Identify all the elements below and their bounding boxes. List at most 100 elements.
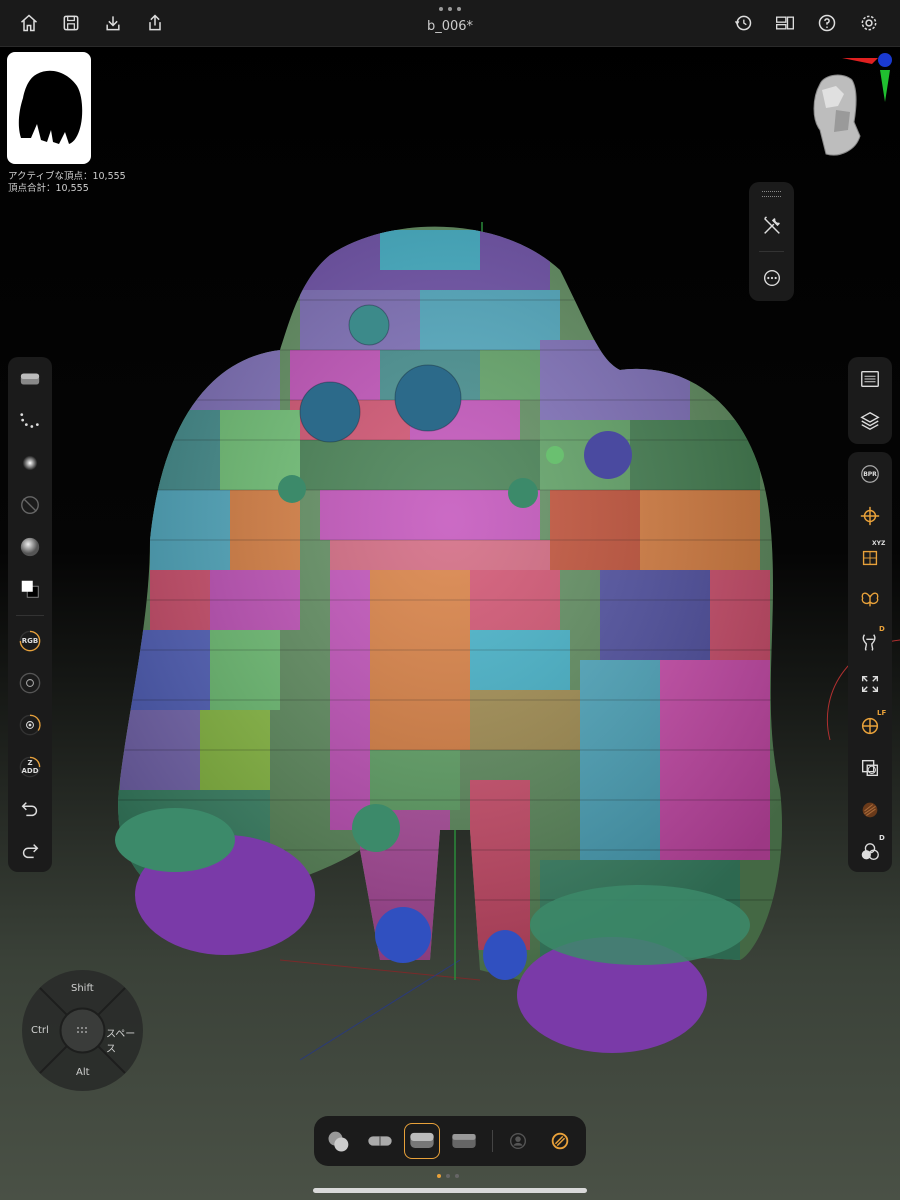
undo-icon <box>21 802 38 817</box>
expand-icon <box>861 675 879 693</box>
color-swatch-button[interactable] <box>8 569 52 609</box>
brush-shelf <box>314 1116 586 1166</box>
brush-slot-5[interactable] <box>500 1123 536 1159</box>
alpha-icon <box>22 455 38 471</box>
silhouette-icon <box>18 70 83 144</box>
mrgb-button[interactable] <box>8 663 52 703</box>
tools-button[interactable] <box>749 206 794 246</box>
brush-icon <box>20 373 40 385</box>
z-add-button[interactable]: Z ADD <box>8 747 52 787</box>
head-icon <box>813 74 861 156</box>
person-circle-icon <box>509 1132 527 1150</box>
brush-slot-6[interactable] <box>542 1123 578 1159</box>
ghost-square-icon <box>861 759 879 777</box>
left-toolbar: RGB Z ADD <box>8 357 52 872</box>
brush-slot-4[interactable] <box>446 1123 482 1159</box>
polyframe-button[interactable] <box>848 790 892 830</box>
brush-slot-2[interactable] <box>362 1123 398 1159</box>
vertex-stats: アクティブな頂点：10,555 頂点合計：10,555 <box>8 171 126 195</box>
document-title: b_006* <box>426 19 474 34</box>
symmetry-button[interactable] <box>848 580 892 620</box>
three-circles-icon <box>861 843 879 861</box>
shift-key[interactable]: Shift <box>71 983 94 994</box>
clay-brush-icon <box>328 1131 349 1152</box>
transparency-button[interactable] <box>848 748 892 788</box>
bpr-label: BPR <box>863 471 877 478</box>
ctrl-key[interactable]: Ctrl <box>31 1025 49 1036</box>
rgb-button[interactable]: RGB <box>8 621 52 661</box>
layers-button[interactable] <box>848 401 892 441</box>
brush-button[interactable] <box>8 359 52 399</box>
local-axis-icon <box>861 717 879 735</box>
material-sphere-icon <box>20 537 40 557</box>
settings-button[interactable] <box>854 8 884 38</box>
alt-key[interactable]: Alt <box>76 1067 90 1078</box>
home-indicator[interactable] <box>313 1188 587 1193</box>
material-mix-button[interactable]: D <box>848 832 892 872</box>
keypad-icon[interactable] <box>76 1026 90 1036</box>
butterfly-icon <box>861 592 879 607</box>
material-button[interactable] <box>8 527 52 567</box>
model-thumbnail[interactable] <box>7 52 91 164</box>
standard-brush-icon <box>410 1132 434 1148</box>
bpr-button[interactable]: BPR <box>848 454 892 494</box>
dynamic-d-label: D <box>879 625 885 633</box>
page-indicator <box>437 1174 459 1178</box>
color-swatch-icon <box>21 580 39 598</box>
ellipsis-icon <box>763 269 780 287</box>
crease-brush-icon <box>368 1136 392 1146</box>
list-icon <box>861 370 879 388</box>
layout-icon <box>776 16 794 30</box>
undo-button[interactable] <box>8 789 52 829</box>
symmetry-xyz-button[interactable]: XYZ <box>848 538 892 578</box>
stroke-dots-icon <box>20 413 39 428</box>
intensity-button[interactable] <box>8 705 52 745</box>
drag-handle[interactable] <box>762 191 781 197</box>
gear-icon <box>861 15 877 31</box>
xyz-label: XYZ <box>872 540 886 547</box>
right-toolbar: BPR XYZ D LF D <box>848 452 892 872</box>
wrench-screwdriver-icon <box>763 216 780 234</box>
active-vertices-label: アクティブな頂点：10,555 <box>8 171 126 182</box>
dynamic-button[interactable]: D <box>848 622 892 662</box>
frame-button[interactable] <box>848 664 892 704</box>
redo-button[interactable] <box>8 831 52 871</box>
polyframe-icon <box>862 802 878 818</box>
stroke-button[interactable] <box>8 401 52 441</box>
more-dots-icon[interactable] <box>439 7 461 13</box>
alpha-button[interactable] <box>8 443 52 483</box>
history-icon <box>734 15 752 31</box>
more-button[interactable] <box>749 258 794 298</box>
brush-slot-1[interactable] <box>321 1123 357 1159</box>
redo-icon <box>22 844 39 859</box>
layers-icon <box>860 411 880 431</box>
z-label: Z <box>27 759 33 767</box>
modifier-pad: Shift Ctrl スペース Alt <box>22 970 143 1091</box>
layout-button[interactable] <box>770 8 800 38</box>
texture-off-icon <box>21 496 39 514</box>
right-upper-panel <box>848 357 892 444</box>
help-button[interactable] <box>812 8 842 38</box>
polyfill-icon <box>551 1132 569 1150</box>
target-ring-icon <box>19 672 41 694</box>
brush-slot-3-selected[interactable] <box>404 1123 440 1159</box>
texture-button[interactable] <box>8 485 52 525</box>
intensity-ring-icon <box>19 714 41 736</box>
subtool-list-button[interactable] <box>848 359 892 399</box>
top-toolbar: b_006* <box>0 0 900 47</box>
add-label: ADD <box>21 767 39 775</box>
move-button[interactable] <box>848 496 892 536</box>
flat-brush-icon <box>452 1134 476 1148</box>
lf-label: LF <box>877 709 887 717</box>
total-vertices-label: 頂点合計：10,555 <box>8 183 89 194</box>
rgb-label: RGB <box>21 637 39 645</box>
view-gizmo[interactable] <box>800 50 898 165</box>
space-key[interactable]: スペース <box>106 1025 143 1055</box>
mix-d-label: D <box>879 834 885 842</box>
local-floor-button[interactable]: LF <box>848 706 892 746</box>
help-icon <box>818 14 836 32</box>
grid-icon <box>862 550 878 566</box>
history-button[interactable] <box>728 8 758 38</box>
tool-panel <box>749 182 794 301</box>
move-icon <box>860 506 880 526</box>
